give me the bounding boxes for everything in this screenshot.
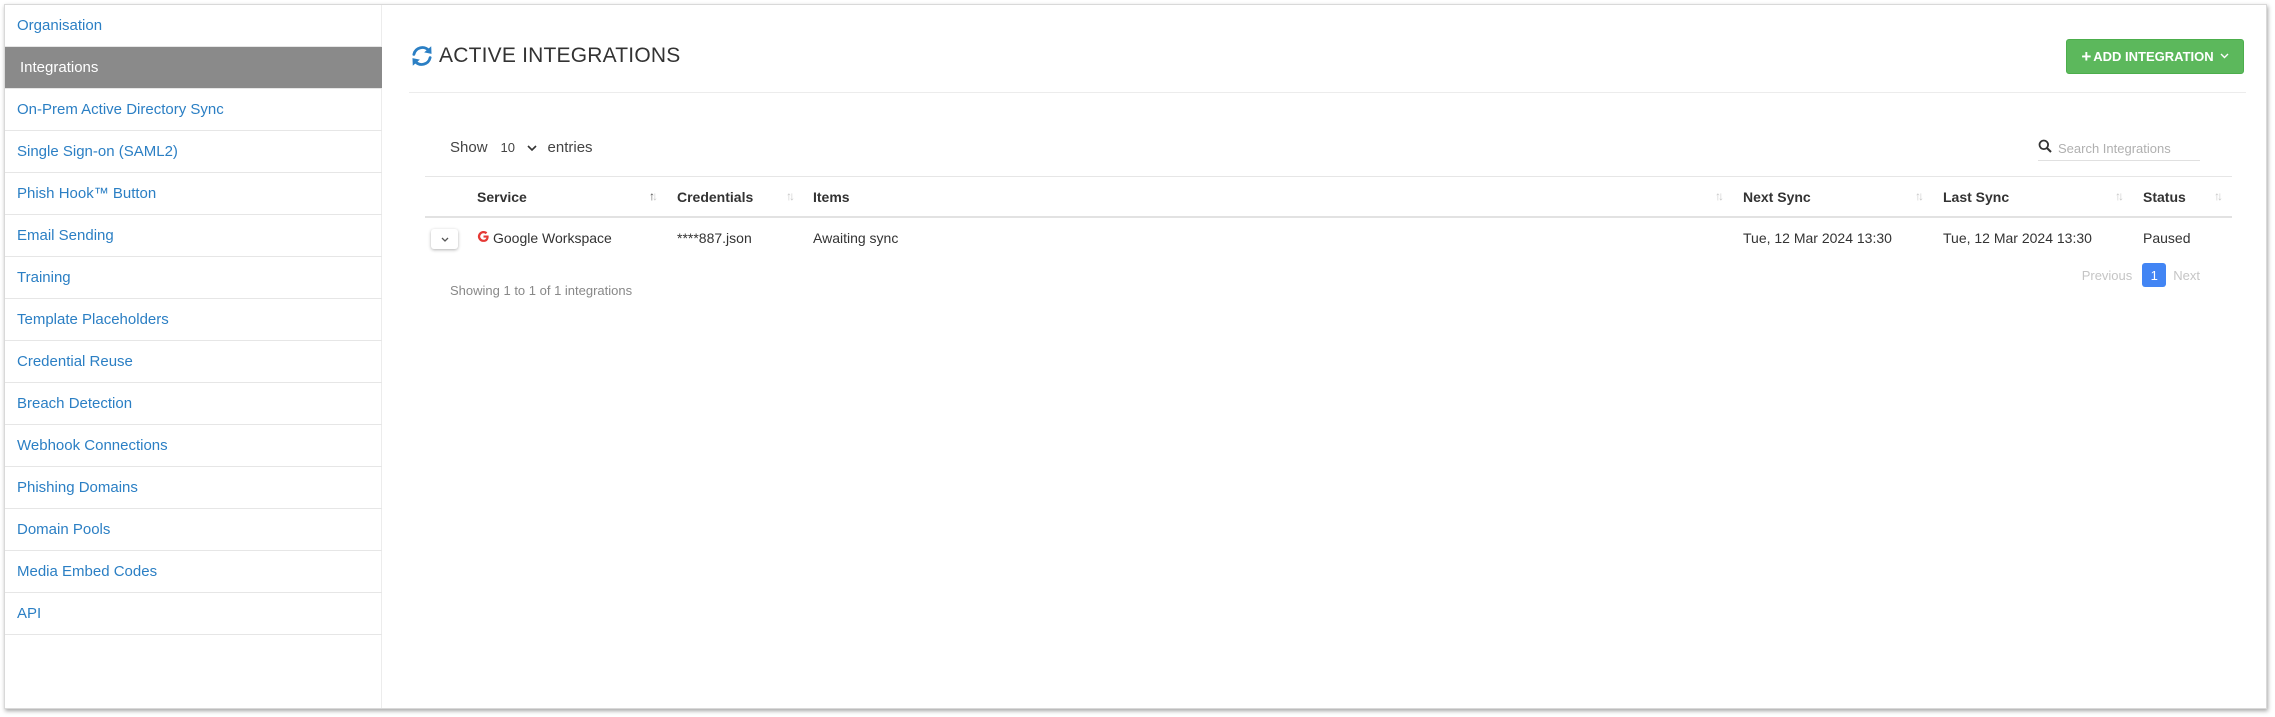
page-header: ACTIVE INTEGRATIONS + ADD INTEGRATION [409, 5, 2246, 93]
sidebar-item-organisation[interactable]: Organisation [5, 5, 382, 47]
settings-sidebar: Organisation Integrations On-Prem Active… [5, 5, 382, 708]
sort-icon[interactable]: ↑↓ [2214, 189, 2223, 203]
sort-icon[interactable]: ↑↓ [786, 189, 795, 203]
integrations-table: Service ↑↓ Credentials ↑↓ Items ↑↓ Next … [425, 176, 2232, 258]
search-box [2038, 137, 2200, 161]
sync-icon [409, 43, 435, 69]
sidebar-item-integrations[interactable]: Integrations [5, 47, 382, 89]
sidebar-item-training[interactable]: Training [5, 257, 382, 299]
sort-icon[interactable]: ↑↓ [1715, 189, 1724, 203]
cell-next-sync: Tue, 12 Mar 2024 13:30 [1743, 230, 1892, 246]
entries-value: 10 [500, 139, 515, 155]
sidebar-item-breach-detection[interactable]: Breach Detection [5, 383, 382, 425]
column-header-items[interactable]: Items [813, 177, 850, 217]
cell-service: Google Workspace [477, 218, 612, 258]
chevron-down-icon [526, 140, 537, 155]
sidebar-item-email-sending[interactable]: Email Sending [5, 215, 382, 257]
sort-asc-icon[interactable]: ↑↓ [649, 189, 658, 203]
main-content: ACTIVE INTEGRATIONS + ADD INTEGRATION Sh… [383, 5, 2266, 708]
cell-last-sync: Tue, 12 Mar 2024 13:30 [1943, 230, 2092, 246]
search-input[interactable] [2058, 141, 2198, 156]
table-info: Showing 1 to 1 of 1 integrations [450, 283, 633, 298]
google-icon [477, 218, 490, 258]
table-row: Google Workspace ****887.json Awaiting s… [425, 218, 2232, 258]
table-header: Service ↑↓ Credentials ↑↓ Items ↑↓ Next … [425, 176, 2232, 218]
column-header-service[interactable]: Service [477, 177, 527, 217]
cell-credentials: ****887.json [677, 230, 752, 246]
chevron-down-icon [2220, 51, 2229, 62]
plus-icon: + [2081, 47, 2092, 66]
expand-row-button[interactable] [431, 229, 458, 249]
page-button-1[interactable]: 1 [2142, 263, 2167, 287]
sidebar-item-phishing-domains[interactable]: Phishing Domains [5, 467, 382, 509]
column-header-credentials[interactable]: Credentials [677, 177, 753, 217]
sort-icon[interactable]: ↑↓ [1915, 189, 1924, 203]
sidebar-item-media-embed-codes[interactable]: Media Embed Codes [5, 551, 382, 593]
add-integration-button[interactable]: + ADD INTEGRATION [2066, 39, 2244, 74]
search-icon [2038, 139, 2052, 158]
sidebar-item-credential-reuse[interactable]: Credential Reuse [5, 341, 382, 383]
sidebar-item-webhook-connections[interactable]: Webhook Connections [5, 425, 382, 467]
pagination: Previous 1 Next [2082, 263, 2200, 287]
column-header-next-sync[interactable]: Next Sync [1743, 177, 1811, 217]
cell-status: Paused [2143, 230, 2191, 246]
column-header-last-sync[interactable]: Last Sync [1943, 177, 2009, 217]
app-window: Organisation Integrations On-Prem Active… [4, 4, 2267, 709]
sidebar-item-template-placeholders[interactable]: Template Placeholders [5, 299, 382, 341]
add-integration-label: ADD INTEGRATION [2093, 49, 2214, 64]
title-group: ACTIVE INTEGRATIONS [409, 43, 680, 69]
page-length-control: Show 10 entries [450, 136, 593, 158]
entries-select[interactable]: 10 [497, 136, 539, 158]
cell-items: Awaiting sync [813, 230, 899, 246]
entries-label: entries [547, 138, 593, 156]
sidebar-item-on-prem-ad-sync[interactable]: On-Prem Active Directory Sync [5, 89, 382, 131]
chevron-down-icon [441, 237, 448, 242]
page-title: ACTIVE INTEGRATIONS [439, 44, 681, 67]
sidebar-item-sso-saml2[interactable]: Single Sign-on (SAML2) [5, 131, 382, 173]
previous-page-button[interactable]: Previous [2082, 268, 2133, 283]
sidebar-item-api[interactable]: API [5, 593, 382, 635]
next-page-button[interactable]: Next [2173, 268, 2200, 283]
sort-icon[interactable]: ↑↓ [2115, 189, 2124, 203]
show-label: Show [450, 138, 488, 156]
sidebar-item-domain-pools[interactable]: Domain Pools [5, 509, 382, 551]
sidebar-item-phish-hook-button[interactable]: Phish Hook™ Button [5, 173, 382, 215]
column-header-status[interactable]: Status [2143, 177, 2186, 217]
